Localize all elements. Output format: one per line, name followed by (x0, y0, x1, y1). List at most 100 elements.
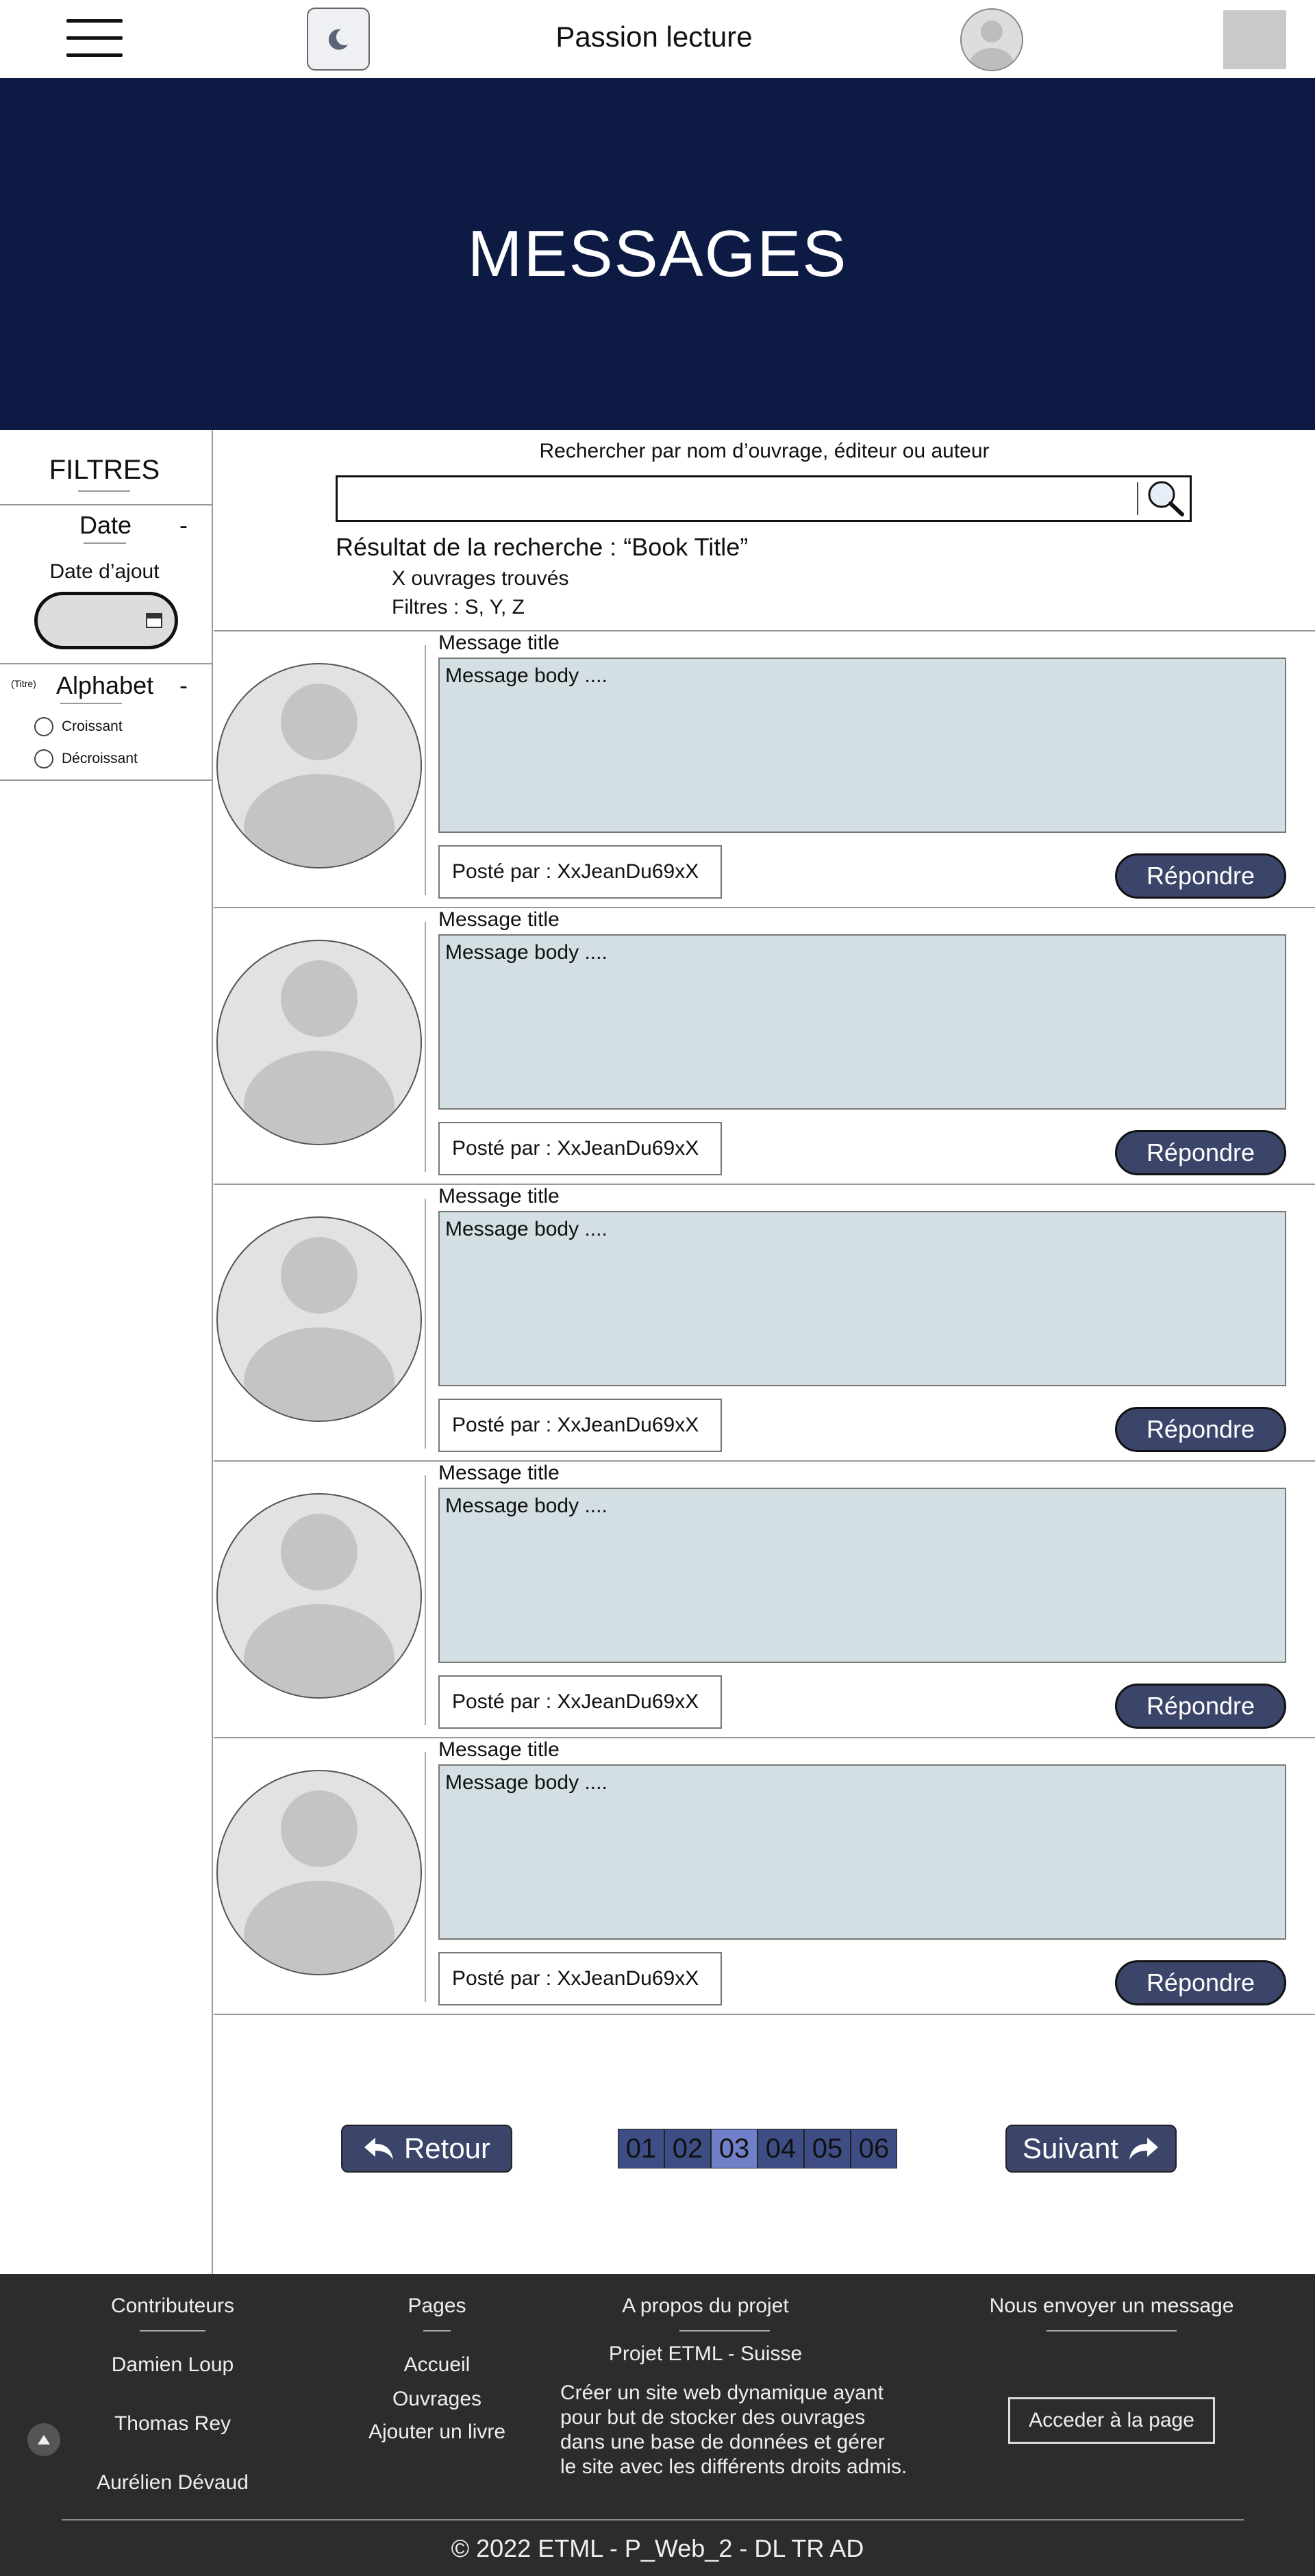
search-button[interactable] (1145, 478, 1188, 519)
search-input[interactable] (336, 475, 1192, 522)
copyright-text: © 2022 ETML - P_Web_2 - DL TR AD (451, 2534, 864, 2562)
reply-button[interactable]: Répondre (1115, 1684, 1286, 1729)
site-title[interactable]: Passion lecture (479, 21, 829, 53)
message-title: Message title (438, 1462, 560, 1484)
contributor-name: Damien Loup (111, 2353, 234, 2376)
description-line: Créer un site web dynamique ayant (560, 2381, 884, 2404)
search-result-count: X ouvrages trouvés (392, 567, 569, 590)
divider (140, 2330, 205, 2331)
description-line: dans une base de données et gérer (560, 2431, 885, 2453)
reply-button[interactable]: Répondre (1115, 853, 1286, 899)
page-button-current[interactable]: 03 (711, 2129, 757, 2168)
page-button[interactable]: 01 (618, 2129, 664, 2168)
message-poster: Posté par : XxJeanDu69xX (438, 845, 722, 899)
divider (425, 1752, 426, 2002)
message-poster: Posté par : XxJeanDu69xX (438, 1399, 722, 1452)
message-poster: Posté par : XxJeanDu69xX (438, 1675, 722, 1729)
scroll-to-top-button[interactable] (27, 2423, 60, 2456)
message-title: Message title (438, 1185, 560, 1208)
footer-link-add-book[interactable]: Ajouter un livre (355, 2421, 519, 2444)
avatar (216, 1493, 422, 1699)
contact-page-button[interactable]: Acceder à la page (1008, 2397, 1215, 2444)
filters-sidebar: FILTRES Date - Date d’ajout (Titre) Alph… (0, 430, 213, 2274)
divider (425, 922, 426, 1172)
message-poster: Posté par : XxJeanDu69xX (438, 1122, 722, 1175)
sort-descending-label[interactable]: Décroissant (62, 751, 138, 767)
search-result-filters: Filtres : S, Y, Z (392, 596, 525, 618)
top-bar: Passion lecture (0, 0, 1315, 78)
footer-contact-title: Nous envoyer un message (989, 2294, 1234, 2317)
message-item: Message title Message body .... Posté pa… (214, 907, 1315, 1184)
footer-link-home[interactable]: Accueil (355, 2353, 519, 2377)
footer-link-books[interactable]: Ouvrages (355, 2388, 519, 2411)
user-avatar-icon[interactable] (960, 8, 1023, 71)
up-arrow-icon (38, 2435, 50, 2444)
footer-contributors-title: Contributeurs (110, 2294, 235, 2317)
message-title: Message title (438, 908, 560, 931)
divider (214, 2014, 1315, 2015)
divider (60, 703, 122, 704)
page-button[interactable]: 05 (804, 2129, 851, 2168)
footer-about-title: A propos du projet (622, 2294, 789, 2317)
divider (1047, 2330, 1177, 2331)
message-poster: Posté par : XxJeanDu69xX (438, 1952, 722, 2005)
search-icon (1148, 481, 1184, 516)
description-line: pour but de stocker des ouvrages (560, 2406, 866, 2429)
footer-about-subtitle: Projet ETML - Suisse (608, 2342, 803, 2365)
sort-descending-radio[interactable] (34, 749, 53, 768)
footer: Contributeurs Damien Loup Thomas Rey Aur… (0, 2274, 1315, 2576)
alphabet-filter-collapse-toggle[interactable]: - (179, 671, 188, 700)
message-body: Message body .... (438, 934, 1286, 1110)
divider (62, 2519, 1244, 2521)
reply-button[interactable]: Répondre (1115, 1960, 1286, 2005)
divider (423, 2330, 451, 2331)
search-result-title: Résultat de la recherche : “Book Title” (336, 533, 749, 561)
moon-icon (328, 29, 348, 50)
description-line: le site avec les différents droits admis… (560, 2455, 907, 2478)
sort-ascending-radio[interactable] (34, 717, 53, 736)
divider (0, 504, 213, 505)
message-body: Message body .... (438, 1764, 1286, 1940)
hamburger-menu-icon[interactable] (66, 19, 123, 57)
avatar (216, 940, 422, 1145)
message-body: Message body .... (438, 1211, 1286, 1386)
avatar (216, 1216, 422, 1422)
date-added-input[interactable] (34, 592, 178, 649)
page-button[interactable]: 06 (851, 2129, 897, 2168)
next-page-button[interactable]: Suivant (1005, 2125, 1177, 2173)
divider (425, 1199, 426, 1449)
page-button[interactable]: 04 (757, 2129, 804, 2168)
page-button[interactable]: 02 (664, 2129, 711, 2168)
theme-toggle-button[interactable] (307, 8, 370, 71)
contributor-name: Aurélien Dévaud (97, 2471, 249, 2494)
message-title: Message title (438, 1738, 560, 1761)
avatar (216, 663, 422, 868)
footer-pages-title: Pages (408, 2294, 466, 2317)
divider (84, 542, 126, 544)
footer-about-description: Créer un site web dynamique ayant pour b… (560, 2381, 944, 2479)
redo-arrow-icon (1129, 2138, 1159, 2160)
divider (1137, 482, 1138, 515)
message-body: Message body .... (438, 658, 1286, 833)
divider (425, 1475, 426, 1725)
calendar-icon[interactable] (146, 613, 162, 628)
divider (78, 490, 130, 492)
alphabet-filter-title[interactable]: Alphabet (56, 671, 153, 700)
date-filter-collapse-toggle[interactable]: - (179, 511, 188, 540)
date-filter-title[interactable]: Date (79, 511, 132, 540)
search-label: Rechercher par nom d’ouvrage, éditeur ou… (539, 440, 990, 462)
date-added-label: Date d’ajout (49, 560, 160, 583)
message-item: Message title Message body .... Posté pa… (214, 1184, 1315, 1460)
previous-page-button[interactable]: Retour (341, 2125, 512, 2173)
divider (0, 663, 213, 664)
sort-ascending-label[interactable]: Croissant (62, 718, 123, 735)
page-banner: MESSAGES (0, 78, 1315, 430)
message-item: Message title Message body .... Posté pa… (214, 630, 1315, 907)
reply-button[interactable]: Répondre (1115, 1407, 1286, 1452)
message-body: Message body .... (438, 1488, 1286, 1663)
divider (425, 645, 426, 895)
logo-placeholder (1223, 10, 1286, 69)
reply-button[interactable]: Répondre (1115, 1130, 1286, 1175)
divider (679, 2330, 770, 2331)
previous-page-label: Retour (403, 2132, 491, 2164)
